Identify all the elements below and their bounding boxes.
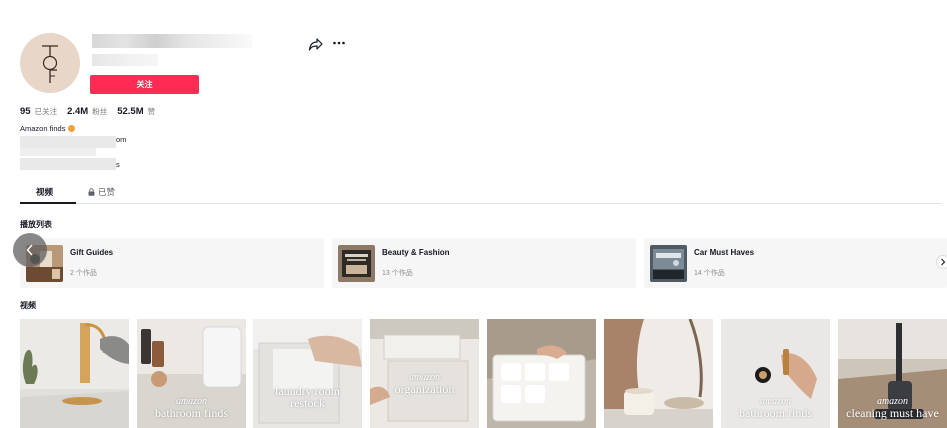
video-overlay-big: bathroom finds (739, 406, 812, 420)
playlists-heading: 播放列表 (20, 220, 52, 229)
likes-label: 赞 (147, 107, 156, 116)
video-tile[interactable]: laundry room restock (253, 319, 362, 428)
video-tile[interactable]: amazon organization (370, 319, 479, 428)
following-label: 已关注 (34, 107, 58, 116)
video-thumbnail (20, 319, 129, 428)
bio-fragment[interactable]: om (116, 135, 126, 144)
chevron-left-icon (26, 244, 33, 256)
tab-videos[interactable]: 视频 (36, 186, 53, 198)
followers-stat[interactable]: 2.4M 粉丝 (67, 106, 107, 117)
bio-line: Amazon finds (20, 124, 76, 133)
playlist-card[interactable]: Car Must Haves 14 个作品 (644, 238, 947, 288)
video-overlay: laundry room restock (253, 385, 362, 409)
playlist-next-button[interactable] (936, 255, 947, 269)
profile-stats: 95 已关注 2.4M 粉丝 52.5M 赞 (20, 106, 155, 117)
playlist-name: Beauty & Fashion (382, 248, 450, 257)
bio-redacted-2 (20, 148, 96, 156)
bio-redacted-3 (20, 158, 116, 170)
bio-fragment: s (116, 160, 120, 169)
video-overlay-big: bathroom finds (155, 406, 228, 420)
video-tile[interactable]: amazon bathroom finds (137, 319, 246, 428)
video-overlay: amazon cleaning must have (838, 397, 947, 420)
username-redacted (92, 34, 252, 48)
share-icon[interactable] (308, 37, 324, 51)
video-overlay: amazon bathroom finds (721, 397, 830, 420)
video-overlay-big: restock (290, 396, 325, 410)
active-tab-indicator (20, 202, 76, 204)
avatar-monogram-image (20, 33, 80, 93)
playlist-count: 2 个作品 (70, 270, 97, 277)
emoji-icon (68, 125, 76, 132)
video-thumbnail (604, 319, 713, 428)
video-overlay: amazon organization (370, 373, 479, 396)
following-count: 95 (20, 106, 31, 117)
video-overlay-big: organization (394, 382, 455, 396)
lock-icon (88, 188, 95, 196)
tab-liked-label: 已赞 (98, 187, 116, 197)
follow-button[interactable]: 关注 (90, 75, 199, 94)
bio-text: Amazon finds (20, 124, 66, 133)
video-overlay: amazon bathroom finds (137, 397, 246, 420)
video-tile[interactable] (604, 319, 713, 428)
video-thumbnail (487, 319, 596, 428)
video-tile[interactable]: amazon cleaning must have (838, 319, 947, 428)
playlist-thumbnail (650, 245, 687, 282)
video-overlay-big: cleaning must have (846, 406, 939, 420)
followers-count: 2.4M (67, 106, 89, 117)
avatar[interactable] (20, 33, 80, 93)
videos-heading: 视频 (20, 301, 36, 310)
video-tile[interactable] (487, 319, 596, 428)
video-tile[interactable]: amazon bathroom finds (721, 319, 830, 428)
bio-redacted-1 (20, 136, 116, 148)
playlist-thumbnail (338, 245, 375, 282)
video-thumbnail (253, 319, 362, 428)
tab-videos-label: 视频 (36, 187, 54, 197)
more-icon[interactable] (332, 35, 346, 51)
tab-liked[interactable]: 已赞 (88, 186, 115, 198)
likes-stat: 52.5M 赞 (117, 106, 155, 117)
playlist-name: Gift Guides (70, 248, 114, 257)
playlist-count: 14 个作品 (694, 270, 725, 277)
nickname-redacted (92, 54, 158, 66)
playlist-card[interactable]: Beauty & Fashion 13 个作品 (332, 238, 636, 288)
followers-label: 粉丝 (92, 107, 108, 116)
playlist-prev-button[interactable] (13, 233, 47, 267)
video-tile[interactable] (20, 319, 129, 428)
profile-tabs: 视频 已赞 (20, 180, 942, 204)
chevron-right-icon (941, 258, 946, 266)
likes-count: 52.5M (117, 106, 144, 117)
playlist-count: 13 个作品 (382, 270, 413, 277)
playlist-card[interactable]: Gift Guides 2 个作品 (20, 238, 324, 288)
playlist-name: Car Must Haves (694, 248, 755, 257)
following-stat[interactable]: 95 已关注 (20, 106, 57, 117)
